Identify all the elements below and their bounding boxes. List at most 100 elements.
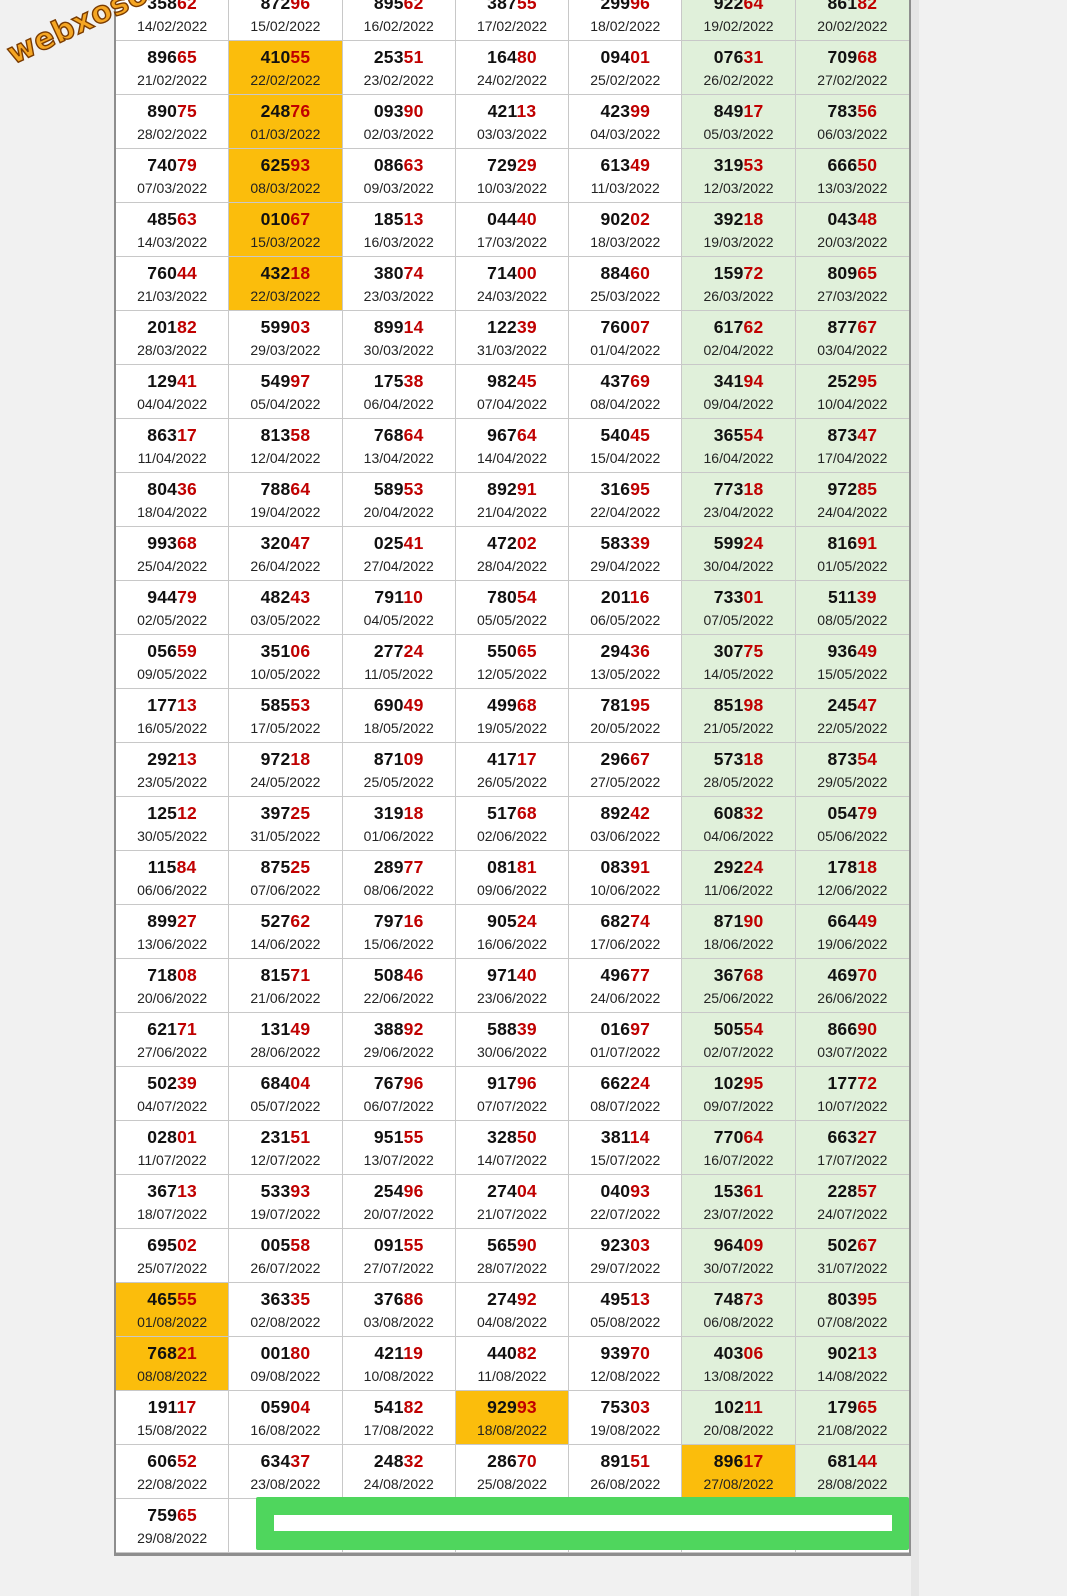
result-cell: 92993 18/08/2022	[455, 1391, 570, 1445]
result-number-tail: 18	[857, 856, 878, 877]
result-number: 36768	[714, 965, 764, 986]
result-number-tail: 67	[857, 316, 878, 337]
result-cell: 95155 13/07/2022	[342, 1121, 456, 1175]
result-number-head: 606	[147, 1450, 178, 1471]
result-number: 56590	[487, 1235, 537, 1256]
result-number-tail: 93	[630, 1180, 651, 1201]
result-number-head: 663	[827, 1126, 858, 1147]
result-number-tail: 82	[403, 1396, 424, 1417]
result-date: 01/06/2022	[363, 827, 434, 844]
result-cell: 89927 13/06/2022	[116, 905, 230, 959]
result-cell: 54997 05/04/2022	[229, 365, 343, 419]
result-number-head: 540	[600, 424, 631, 445]
result-number-tail: 75	[743, 640, 764, 661]
result-number: 54182	[374, 1397, 424, 1418]
result-date: 02/06/2022	[476, 827, 548, 844]
result-cell: 25496 20/07/2022	[342, 1175, 456, 1229]
result-number-tail: 93	[290, 154, 311, 175]
result-number-head: 125	[147, 802, 178, 823]
result-number: 22857	[828, 1181, 878, 1202]
result-number-head: 164	[487, 46, 517, 67]
result-date: 22/06/2022	[363, 989, 434, 1006]
result-number-head: 417	[487, 748, 517, 769]
result-date: 08/08/2022	[137, 1367, 208, 1384]
result-number-head: 059	[260, 1396, 291, 1417]
result-number: 80395	[828, 1289, 878, 1310]
result-number: 42399	[600, 101, 650, 122]
result-date: 27/05/2022	[590, 773, 661, 790]
result-number: 17772	[828, 1073, 878, 1094]
result-number: 58339	[600, 533, 650, 554]
result-number-tail: 53	[290, 694, 311, 715]
result-number-tail: 90	[743, 910, 764, 931]
result-date: 26/04/2022	[250, 557, 321, 574]
result-cell: 51768 02/06/2022	[455, 797, 570, 851]
result-cell: 34194 09/04/2022	[682, 365, 796, 419]
result-number-tail: 49	[857, 910, 878, 931]
result-cell: 66327 17/07/2022	[795, 1121, 909, 1175]
result-date: 05/04/2022	[250, 395, 321, 412]
result-date: 04/07/2022	[137, 1097, 208, 1114]
result-number: 05904	[261, 1397, 311, 1418]
result-number: 78864	[261, 479, 311, 500]
result-date: 06/07/2022	[363, 1097, 434, 1114]
result-cell: 53393 19/07/2022	[229, 1175, 343, 1229]
result-number: 09401	[600, 47, 650, 68]
result-number: 10211	[714, 1397, 763, 1418]
result-number-head: 044	[487, 208, 517, 229]
result-cell: 31953 12/03/2022	[682, 149, 796, 203]
result-number-head: 770	[713, 1126, 744, 1147]
result-number-tail: 14	[629, 1126, 650, 1147]
result-date: 25/05/2022	[363, 773, 434, 790]
result-number-head: 533	[260, 1180, 291, 1201]
result-number-head: 613	[600, 154, 631, 175]
result-cell: 86317 11/04/2022	[116, 419, 230, 473]
result-number-head: 621	[147, 1018, 178, 1039]
result-date: 08/06/2022	[363, 881, 434, 898]
result-date: 31/05/2022	[250, 827, 321, 844]
result-number-head: 351	[260, 640, 291, 661]
result-number: 29224	[714, 857, 764, 878]
result-cell: 98245 07/04/2022	[455, 365, 570, 419]
result-date: 19/08/2022	[590, 1421, 661, 1438]
result-number-head: 054	[827, 802, 858, 823]
result-number-tail: 68	[857, 46, 878, 67]
result-number: 54045	[600, 425, 650, 446]
result-date: 12/06/2022	[817, 881, 888, 898]
result-number-tail: 42	[630, 802, 651, 823]
result-cell: 78054 05/05/2022	[455, 581, 570, 635]
result-cell: 52762 14/06/2022	[229, 905, 343, 959]
result-number-tail: 14	[403, 316, 424, 337]
result-date: 13/04/2022	[363, 449, 434, 466]
result-number-tail: 55	[403, 1126, 424, 1147]
result-cell: 13149 28/06/2022	[229, 1013, 343, 1067]
result-cell: 55065 12/05/2022	[455, 635, 570, 689]
result-number: 50239	[147, 1073, 197, 1094]
result-number-head: 115	[147, 856, 177, 877]
result-date: 27/06/2022	[137, 1043, 208, 1060]
result-date: 02/07/2022	[703, 1043, 774, 1060]
result-cell: 92303 29/07/2022	[569, 1229, 683, 1283]
result-number-head: 936	[827, 640, 858, 661]
result-date: 24/04/2022	[817, 503, 888, 520]
result-cell: 18513 16/03/2022	[342, 203, 456, 257]
result-number: 92993	[487, 1397, 537, 1418]
result-date: 20/06/2022	[137, 989, 208, 1006]
result-number-tail: 09	[743, 1234, 764, 1255]
result-number: 43769	[600, 371, 650, 392]
result-date: 05/06/2022	[817, 827, 888, 844]
result-number-tail: 39	[516, 316, 537, 337]
result-number: 66327	[828, 1127, 878, 1148]
result-cell: 29667 27/05/2022	[569, 743, 683, 797]
result-number-tail: 36	[630, 640, 651, 661]
result-date: 16/04/2022	[703, 449, 774, 466]
result-number-tail: 91	[857, 532, 878, 553]
result-number-head: 177	[147, 694, 178, 715]
result-date: 15/07/2022	[590, 1151, 661, 1168]
result-number-tail: 13	[177, 748, 197, 769]
result-number-head: 043	[827, 208, 858, 229]
results-grid: 35862 14/02/2022 87296 15/02/2022 89562 16/02…	[116, 0, 909, 1553]
result-cell: 81358 12/04/2022	[229, 419, 343, 473]
result-number: 31953	[714, 155, 764, 176]
result-number-head: 816	[827, 532, 858, 553]
